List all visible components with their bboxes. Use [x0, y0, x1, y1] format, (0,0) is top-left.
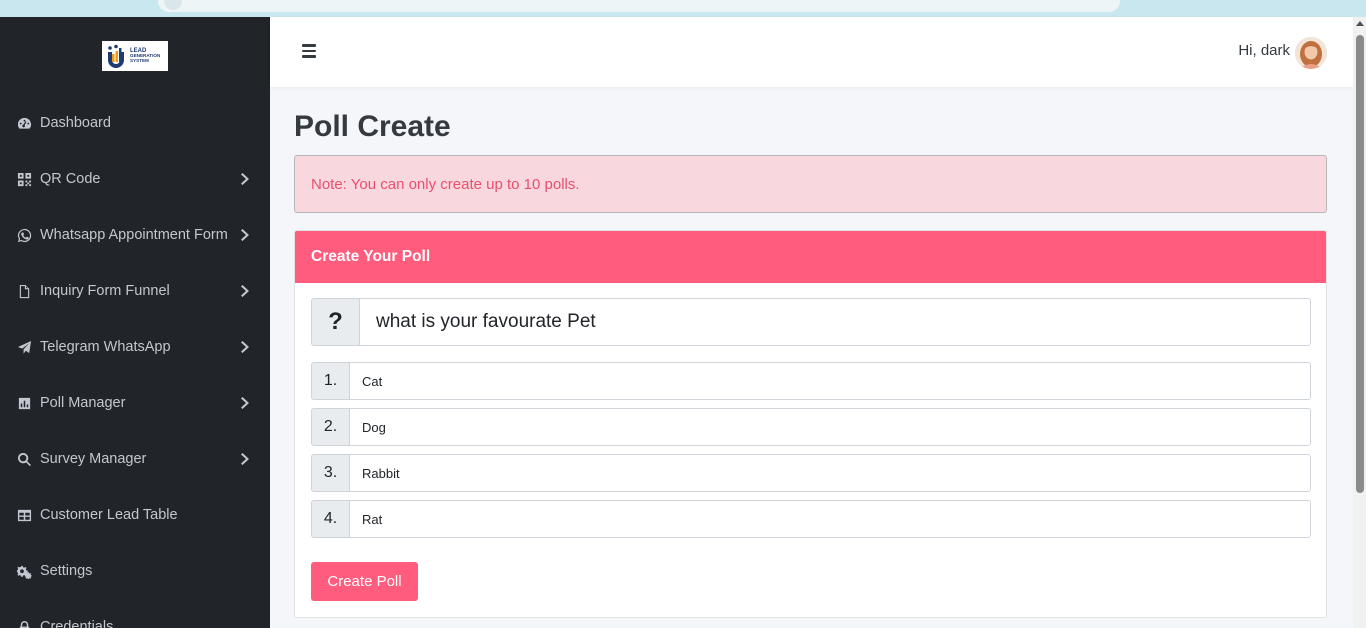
user-greeting[interactable]: Hi, dark: [1238, 42, 1290, 59]
option-number: 3.: [312, 455, 350, 491]
logo-mark-icon: [105, 44, 127, 68]
table-icon: [16, 507, 32, 523]
alert-text: Note: You can only create up to 10 polls…: [311, 175, 580, 193]
brand-text: LEAD GENERATION SYSTEM: [130, 48, 160, 64]
create-poll-card: Create Your Poll ? 1. 2. 3. 4. Create Po…: [294, 230, 1327, 618]
sidebar-item-label: Survey Manager: [40, 451, 147, 467]
sidebar-item-settings[interactable]: Settings: [0, 543, 270, 599]
chevron-right-icon: [240, 172, 250, 186]
option-number: 4.: [312, 501, 350, 537]
page-title: Poll Create: [294, 110, 451, 143]
sidebar-item-label: Telegram WhatsApp: [40, 339, 171, 355]
option-input[interactable]: [350, 409, 1310, 445]
option-input[interactable]: [350, 363, 1310, 399]
chevron-right-icon: [240, 452, 250, 466]
chevron-right-icon: [240, 284, 250, 298]
sidebar-item-whatsapp-appointment-form[interactable]: Whatsapp Appointment Form: [0, 207, 270, 263]
option-number: 2.: [312, 409, 350, 445]
brand-line-3: SYSTEM: [130, 58, 149, 64]
option-input-group: 4.: [311, 500, 1311, 538]
sidebar-item-label: Customer Lead Table: [40, 507, 178, 523]
qrcode-icon: [16, 171, 32, 187]
question-input[interactable]: [360, 299, 1310, 345]
question-mark-icon: ?: [312, 299, 360, 345]
sidebar: LEAD GENERATION SYSTEM Dashboard QR Code…: [0, 17, 270, 628]
option-input[interactable]: [350, 455, 1310, 491]
top-header: Hi, dark: [270, 17, 1353, 87]
sidebar-item-survey-manager[interactable]: Survey Manager: [0, 431, 270, 487]
lock-icon: [16, 619, 32, 628]
create-poll-button[interactable]: Create Poll: [311, 562, 418, 601]
option-input-group: 3.: [311, 454, 1311, 492]
scrollbar-thumb[interactable]: [1356, 35, 1364, 493]
option-input-group: 2.: [311, 408, 1311, 446]
paper-plane-icon: [16, 339, 32, 355]
card-header: Create Your Poll: [295, 231, 1326, 283]
address-bar[interactable]: [158, 0, 1120, 12]
sidebar-item-label: Credentials: [40, 619, 114, 628]
sidebar-item-label: QR Code: [40, 171, 101, 187]
sidebar-nav: Dashboard QR Code Whatsapp Appointment F…: [0, 95, 270, 628]
site-info-icon[interactable]: [164, 0, 182, 10]
gears-icon: [16, 563, 32, 579]
menu-toggle-icon[interactable]: [302, 44, 316, 58]
chevron-right-icon: [240, 340, 250, 354]
scroll-up-icon[interactable]: [1356, 21, 1364, 26]
browser-toolbar: [0, 0, 1366, 17]
whatsapp-icon: [16, 227, 32, 243]
sidebar-item-label: Dashboard: [40, 115, 111, 131]
search-icon: [16, 451, 32, 467]
sidebar-item-inquiry-form-funnel[interactable]: Inquiry Form Funnel: [0, 263, 270, 319]
chevron-right-icon: [240, 396, 250, 410]
avatar[interactable]: [1295, 37, 1327, 69]
brand-logo[interactable]: LEAD GENERATION SYSTEM: [102, 41, 168, 71]
sidebar-item-dashboard[interactable]: Dashboard: [0, 95, 270, 151]
sidebar-item-telegram-whatsapp[interactable]: Telegram WhatsApp: [0, 319, 270, 375]
limit-alert: Note: You can only create up to 10 polls…: [294, 155, 1327, 213]
sidebar-item-poll-manager[interactable]: Poll Manager: [0, 375, 270, 431]
chevron-right-icon: [240, 228, 250, 242]
question-input-group: ?: [311, 298, 1311, 346]
sidebar-item-label: Settings: [40, 563, 93, 579]
poll-chart-icon: [16, 395, 32, 411]
option-input-group: 1.: [311, 362, 1311, 400]
gauge-icon: [16, 115, 32, 131]
sidebar-item-qr-code[interactable]: QR Code: [0, 151, 270, 207]
card-title: Create Your Poll: [311, 248, 431, 265]
sidebar-item-label: Whatsapp Appointment Form: [40, 227, 228, 243]
file-icon: [16, 283, 32, 299]
option-number: 1.: [312, 363, 350, 399]
sidebar-item-credentials[interactable]: Credentials: [0, 599, 270, 628]
option-input[interactable]: [350, 501, 1310, 537]
sidebar-item-label: Poll Manager: [40, 395, 126, 411]
page-scrollbar[interactable]: [1353, 17, 1366, 628]
sidebar-item-customer-lead-table[interactable]: Customer Lead Table: [0, 487, 270, 543]
sidebar-item-label: Inquiry Form Funnel: [40, 283, 170, 299]
